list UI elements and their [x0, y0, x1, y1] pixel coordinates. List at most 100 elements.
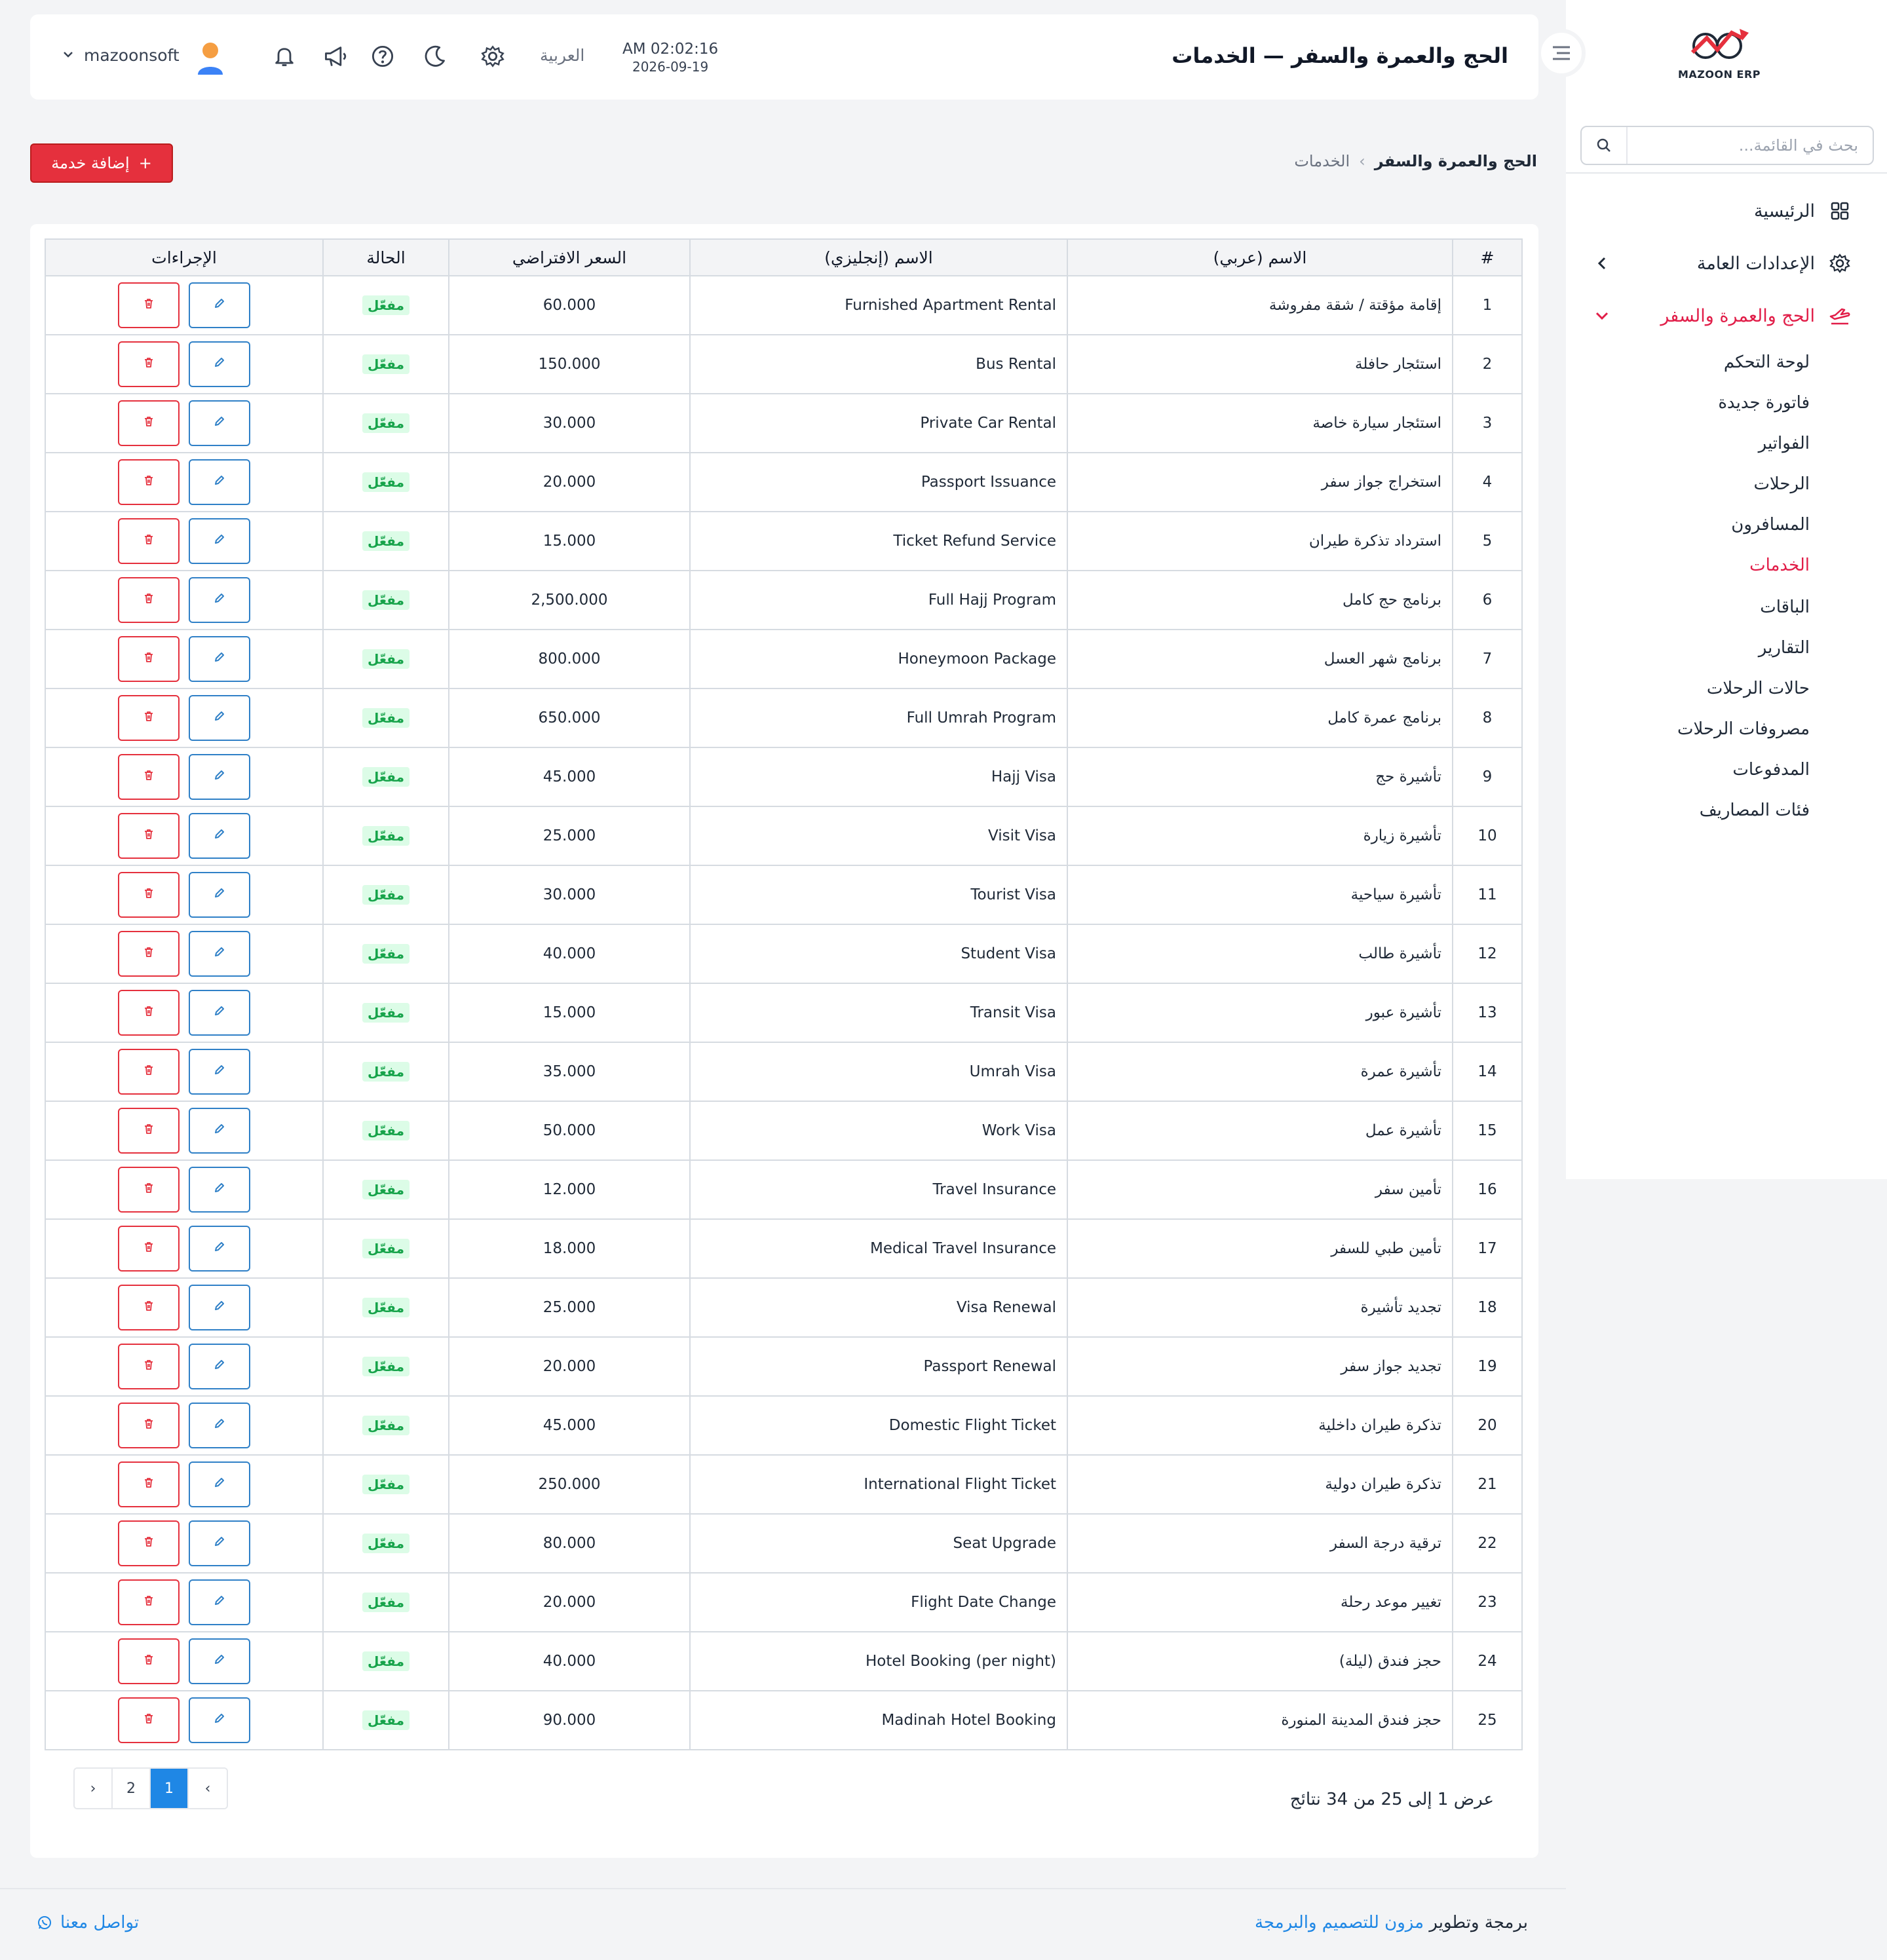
delete-button[interactable] [118, 1638, 180, 1684]
trash-icon [142, 1181, 155, 1198]
delete-button[interactable] [118, 754, 180, 800]
default-price: 15.000 [448, 983, 691, 1043]
edit-button[interactable] [189, 990, 250, 1036]
submenu-item-trips[interactable]: الرحلات [1753, 468, 1810, 500]
pagination-prev[interactable]: ‹ [189, 1769, 227, 1808]
delete-button[interactable] [118, 1167, 180, 1213]
status-badge: مفعّل [362, 885, 410, 905]
contact-us-link[interactable]: تواصل معنا [37, 1913, 139, 1932]
sidebar-toggle-button[interactable] [1537, 29, 1586, 77]
pagination-next[interactable]: › [75, 1769, 113, 1808]
service-name-ar: تجديد جواز سفر [1067, 1336, 1453, 1397]
delete-button[interactable] [118, 282, 180, 328]
username[interactable]: mazoonsoft [84, 46, 180, 65]
edit-button[interactable] [189, 341, 250, 387]
edit-button[interactable] [189, 518, 250, 564]
delete-button[interactable] [118, 1285, 180, 1330]
edit-button[interactable] [189, 1108, 250, 1154]
submenu-item-reports[interactable]: التقارير [1759, 631, 1810, 664]
edit-button[interactable] [189, 1579, 250, 1625]
help-question-icon[interactable] [368, 42, 397, 71]
sidebar-search-input[interactable] [1628, 127, 1873, 164]
footer-credit-link[interactable]: مزون للتصميم والبرمجة [1255, 1913, 1424, 1932]
edit-button[interactable] [189, 459, 250, 505]
add-service-button[interactable]: + إضافة خدمة [30, 143, 173, 183]
user-avatar[interactable] [194, 41, 227, 76]
delete-button[interactable] [118, 636, 180, 682]
submenu-item-trip-expenses[interactable]: مصروفات الرحلات [1677, 713, 1810, 745]
edit-button[interactable] [189, 1344, 250, 1389]
table-row: 3 استئجار سيارة خاصة Private Car Rental 30.… [45, 393, 1523, 453]
menu-item-home[interactable]: الرئيسية [1592, 191, 1853, 231]
delete-button[interactable] [118, 813, 180, 859]
delete-button[interactable] [118, 990, 180, 1036]
notifications-bell-icon[interactable] [270, 42, 299, 71]
menu-item-hajj-umrah-travel[interactable]: الحج والعمرة والسفر [1592, 296, 1853, 335]
edit-button[interactable] [189, 1520, 250, 1566]
edit-button[interactable] [189, 1461, 250, 1507]
delete-button[interactable] [118, 577, 180, 623]
delete-button[interactable] [118, 1697, 180, 1743]
delete-button[interactable] [118, 459, 180, 505]
edit-button[interactable] [189, 577, 250, 623]
delete-button[interactable] [118, 341, 180, 387]
edit-button[interactable] [189, 754, 250, 800]
default-price: 80.000 [448, 1513, 691, 1574]
pagination-page-1[interactable]: 1 [151, 1769, 189, 1808]
submenu-item-payments[interactable]: المدفوعات [1732, 753, 1810, 786]
edit-button[interactable] [189, 636, 250, 682]
delete-button[interactable] [118, 1520, 180, 1566]
submenu-item-travelers[interactable]: المسافرون [1731, 508, 1810, 541]
submenu-item-new-invoice[interactable]: فاتورة جديدة [1718, 386, 1810, 419]
search-icon[interactable] [1582, 127, 1628, 164]
edit-button[interactable] [189, 1049, 250, 1095]
delete-button[interactable] [118, 1108, 180, 1154]
edit-button[interactable] [189, 813, 250, 859]
edit-button[interactable] [189, 1638, 250, 1684]
status-cell: مفعّل [322, 924, 449, 984]
edit-button[interactable] [189, 282, 250, 328]
edit-button[interactable] [189, 1226, 250, 1272]
brand-logo[interactable]: MAZOON ERP [1673, 24, 1765, 89]
edit-button[interactable] [189, 695, 250, 741]
edit-button[interactable] [189, 1403, 250, 1448]
announcement-megaphone-icon[interactable] [321, 42, 350, 71]
edit-button[interactable] [189, 1285, 250, 1330]
submenu-item-dashboard[interactable]: لوحة التحكم [1724, 346, 1810, 379]
delete-button[interactable] [118, 400, 180, 446]
edit-button[interactable] [189, 1697, 250, 1743]
submenu-item-invoices[interactable]: الفواتير [1759, 427, 1810, 460]
actions-cell [45, 1513, 324, 1574]
submenu-item-packages[interactable]: الباقات [1760, 591, 1810, 624]
delete-button[interactable] [118, 1403, 180, 1448]
submenu-item-trip-statuses[interactable]: حالات الرحلات [1707, 672, 1810, 705]
language-switcher[interactable]: العربية [540, 46, 584, 65]
pagination-page-2[interactable]: 2 [113, 1769, 151, 1808]
chevron-down-icon[interactable] [63, 48, 73, 61]
submenu-item-expense-categories[interactable]: فئات المصاريف [1700, 794, 1810, 827]
actions-cell [45, 688, 324, 748]
actions-cell [45, 1277, 324, 1338]
table-row: 4 استخراج جواز سفر Passport Issuance 20.000… [45, 452, 1523, 512]
edit-button[interactable] [189, 400, 250, 446]
menu-item-general-settings[interactable]: الإعدادات العامة [1592, 244, 1853, 283]
edit-button[interactable] [189, 872, 250, 918]
delete-button[interactable] [118, 1344, 180, 1389]
delete-button[interactable] [118, 1049, 180, 1095]
breadcrumb-parent[interactable]: الحج والعمرة والسفر [1375, 152, 1537, 170]
delete-button[interactable] [118, 872, 180, 918]
delete-button[interactable] [118, 931, 180, 977]
actions-cell [45, 1336, 324, 1397]
edit-button[interactable] [189, 931, 250, 977]
delete-button[interactable] [118, 695, 180, 741]
submenu-item-services[interactable]: الخدمات [1749, 549, 1810, 582]
delete-button[interactable] [118, 1226, 180, 1272]
delete-button[interactable] [118, 518, 180, 564]
service-name-ar: تأشيرة عمرة [1067, 1042, 1453, 1102]
edit-button[interactable] [189, 1167, 250, 1213]
settings-gear-icon[interactable] [478, 42, 507, 71]
delete-button[interactable] [118, 1579, 180, 1625]
table-row: 18 تجديد تأشيرة Visa Renewal 25.000 مفعّل [45, 1277, 1523, 1338]
delete-button[interactable] [118, 1461, 180, 1507]
dark-mode-moon-icon[interactable] [421, 42, 449, 71]
